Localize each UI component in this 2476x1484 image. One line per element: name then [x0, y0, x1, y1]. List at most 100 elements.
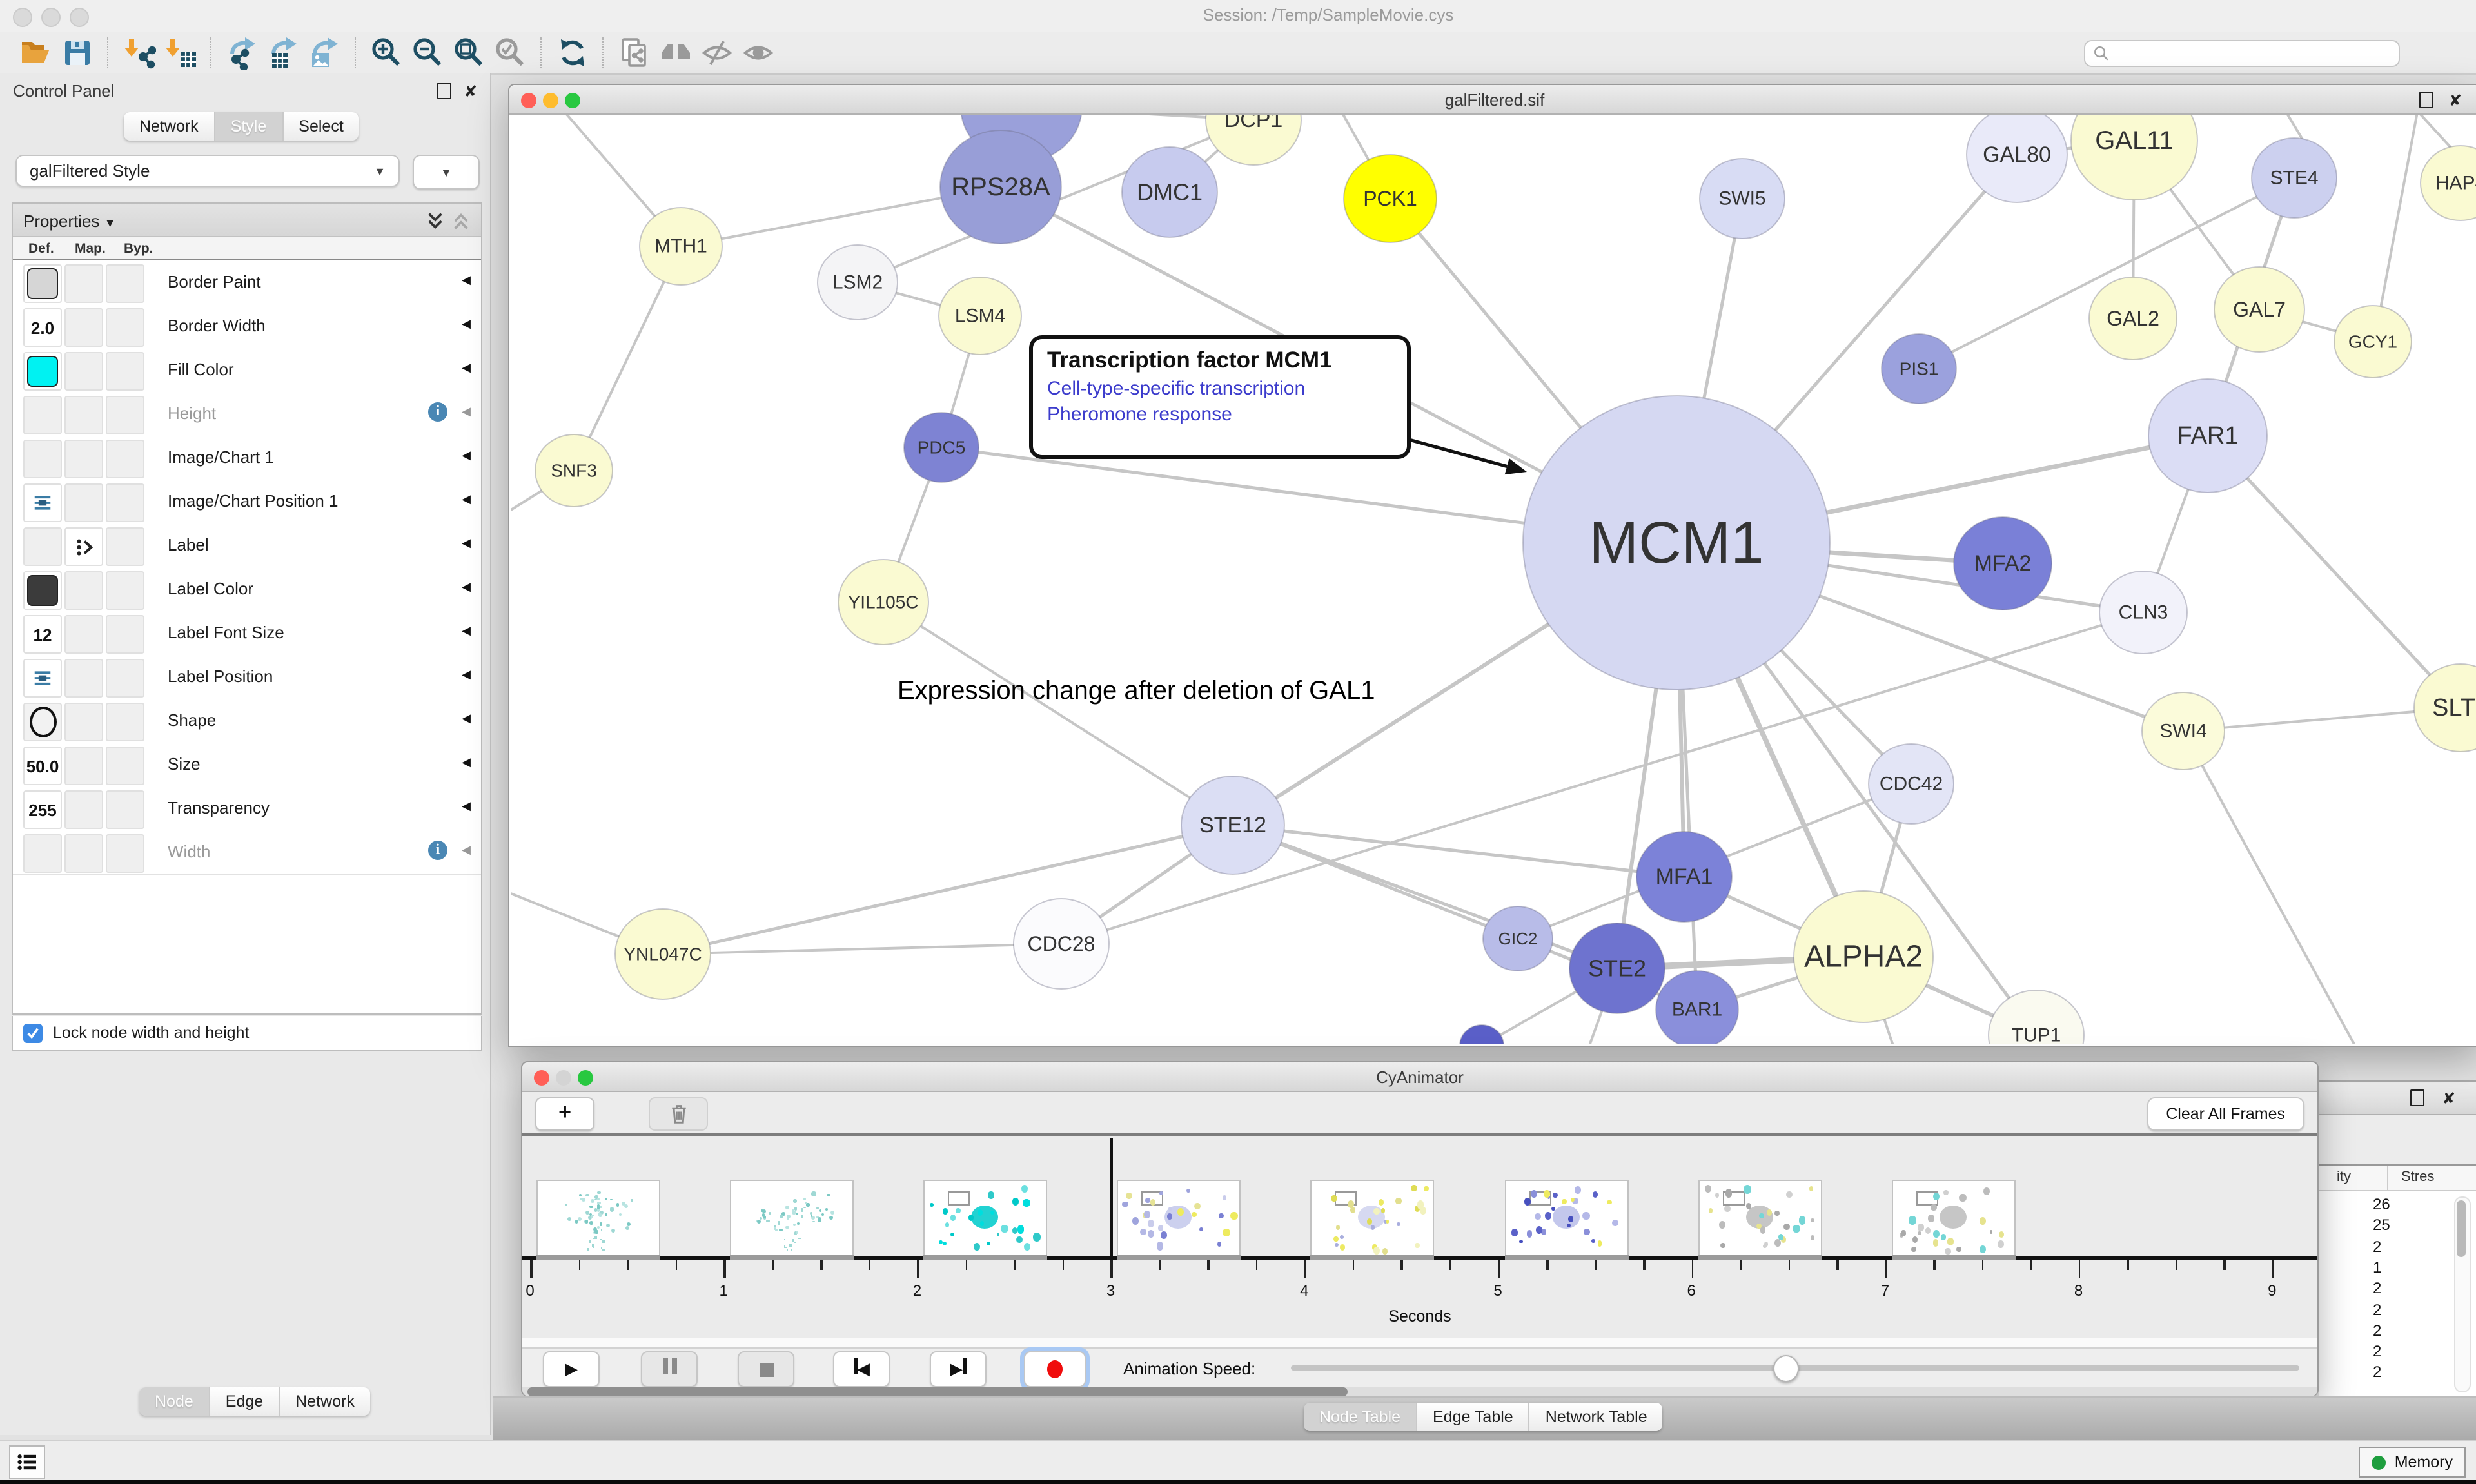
node-PDC5[interactable]: PDC5: [904, 413, 979, 482]
timeline-playhead[interactable]: [1111, 1138, 1114, 1257]
close-panel-icon[interactable]: ✘: [2442, 1089, 2455, 1108]
tab-edge[interactable]: Edge: [210, 1387, 280, 1416]
node-SNF3[interactable]: SNF3: [535, 434, 613, 507]
network-canvas[interactable]: DCP1RPS28ADMC1PCK1MTH1LSM2LSM4SWI5GAL80G…: [511, 115, 2476, 1044]
node-SWI5[interactable]: SWI5: [1700, 159, 1785, 239]
tab-node-table[interactable]: Node Table: [1304, 1403, 1417, 1431]
show-panels-button[interactable]: [9, 1445, 45, 1479]
node-MFA1[interactable]: MFA1: [1636, 832, 1732, 922]
search-input[interactable]: [2084, 40, 2400, 67]
tab-network-table[interactable]: Network Table: [1530, 1403, 1663, 1431]
node-LSM4[interactable]: LSM4: [939, 277, 1021, 355]
node-GAL7[interactable]: GAL7: [2214, 267, 2304, 352]
collapse-all-icon[interactable]: [451, 211, 471, 231]
node-MTH1[interactable]: MTH1: [640, 208, 722, 285]
byp-cell[interactable]: [106, 834, 144, 873]
node-RPS28A[interactable]: RPS28A: [940, 130, 1061, 244]
node-CLN3[interactable]: CLN3: [2099, 571, 2187, 654]
table-row[interactable]: 1: [2319, 1257, 2476, 1278]
pause-button[interactable]: [641, 1351, 698, 1387]
node-PIS1[interactable]: PIS1: [1882, 334, 1956, 404]
show-details-button[interactable]: [738, 35, 779, 71]
byp-cell[interactable]: [106, 703, 144, 741]
import-table-button[interactable]: [160, 35, 201, 71]
map-cell[interactable]: [64, 527, 103, 566]
cyanimator-titlebar[interactable]: CyAnimator: [522, 1062, 2317, 1092]
node-GAL11[interactable]: GAL11: [2071, 115, 2197, 200]
map-cell[interactable]: [64, 571, 103, 610]
column-divider[interactable]: [2387, 1166, 2388, 1191]
expand-all-icon[interactable]: [426, 211, 445, 231]
skip-to-end-button[interactable]: ▶: [930, 1351, 987, 1387]
tab-style[interactable]: Style: [215, 112, 284, 141]
byp-cell[interactable]: [106, 747, 144, 785]
byp-cell[interactable]: [106, 659, 144, 698]
def-cell[interactable]: [23, 440, 62, 478]
map-cell[interactable]: [64, 747, 103, 785]
add-frame-button[interactable]: +: [535, 1097, 594, 1131]
table-row[interactable]: 2: [2319, 1320, 2476, 1342]
keyframe-thumbnail-3s[interactable]: [1117, 1180, 1241, 1256]
timeline-horizontal-scrollbar[interactable]: [522, 1387, 2317, 1396]
clear-all-frames-button[interactable]: Clear All Frames: [2147, 1097, 2304, 1131]
byp-cell[interactable]: [106, 396, 144, 434]
keyframe-thumbnail-0s[interactable]: [536, 1180, 660, 1256]
node-CDC28[interactable]: CDC28: [1014, 899, 1109, 989]
tab-select[interactable]: Select: [283, 112, 359, 141]
expand-row-icon[interactable]: ◀: [462, 799, 471, 814]
keyframe-thumbnail-5s[interactable]: [1504, 1180, 1628, 1256]
keyframe-thumbnail-4s[interactable]: [1311, 1180, 1435, 1256]
def-cell[interactable]: [23, 659, 62, 698]
zoom-selected-button[interactable]: [490, 35, 531, 71]
expand-row-icon[interactable]: ◀: [462, 580, 471, 594]
animation-speed-slider[interactable]: [1291, 1365, 2299, 1371]
stop-button[interactable]: [738, 1351, 794, 1387]
def-cell[interactable]: [23, 264, 62, 303]
map-cell[interactable]: [64, 834, 103, 873]
def-cell[interactable]: 2.0: [23, 308, 62, 347]
node-GAL2[interactable]: GAL2: [2089, 277, 2177, 360]
annotation-link[interactable]: Pheromone response: [1047, 404, 1393, 425]
def-cell[interactable]: 12: [23, 615, 62, 654]
expand-row-icon[interactable]: ◀: [462, 273, 471, 288]
node-GIC2[interactable]: GIC2: [1483, 906, 1553, 971]
byp-cell[interactable]: [106, 790, 144, 829]
byp-cell[interactable]: [106, 308, 144, 347]
map-cell[interactable]: [64, 703, 103, 741]
open-button[interactable]: [15, 35, 57, 71]
keyframe-thumbnail-7s[interactable]: [1891, 1180, 2015, 1256]
node-SWI4[interactable]: SWI4: [2142, 692, 2225, 770]
expand-row-icon[interactable]: ◀: [462, 668, 471, 682]
def-cell[interactable]: [23, 352, 62, 391]
expand-row-icon[interactable]: ◀: [462, 712, 471, 726]
table-row[interactable]: 2: [2319, 1278, 2476, 1299]
record-button[interactable]: [1024, 1351, 1086, 1387]
expand-row-icon[interactable]: ◀: [462, 493, 471, 507]
find-button[interactable]: [655, 35, 696, 71]
expand-row-icon[interactable]: ◀: [462, 624, 471, 638]
node-cut-bottom[interactable]: [1460, 1025, 1504, 1044]
node-GAL80[interactable]: GAL80: [1967, 115, 2067, 202]
save-button[interactable]: [57, 35, 98, 71]
map-cell[interactable]: [64, 264, 103, 303]
map-cell[interactable]: [64, 308, 103, 347]
node-BAR1[interactable]: BAR1: [1656, 971, 1738, 1044]
export-network-button[interactable]: [222, 35, 263, 71]
def-cell[interactable]: 255: [23, 790, 62, 829]
scrollbar-thumb[interactable]: [527, 1387, 1348, 1396]
hide-details-button[interactable]: [696, 35, 738, 71]
map-cell[interactable]: [64, 352, 103, 391]
node-FAR1[interactable]: FAR1: [2148, 379, 2267, 493]
tab-node[interactable]: Node: [139, 1387, 210, 1416]
style-selector-dropdown[interactable]: galFiltered Style ▼: [15, 155, 400, 187]
map-cell[interactable]: [64, 483, 103, 522]
zoom-in-button[interactable]: [366, 35, 408, 71]
float-panel-icon[interactable]: [2410, 1089, 2424, 1110]
keyframe-thumbnail-6s[interactable]: [1698, 1180, 1822, 1256]
def-cell[interactable]: [23, 703, 62, 741]
node-LSM2[interactable]: LSM2: [818, 245, 898, 320]
lock-checkbox[interactable]: [23, 1023, 43, 1042]
node-DMC1[interactable]: DMC1: [1122, 147, 1217, 237]
expand-row-icon[interactable]: ◀: [462, 405, 471, 419]
export-image-button[interactable]: [304, 35, 346, 71]
